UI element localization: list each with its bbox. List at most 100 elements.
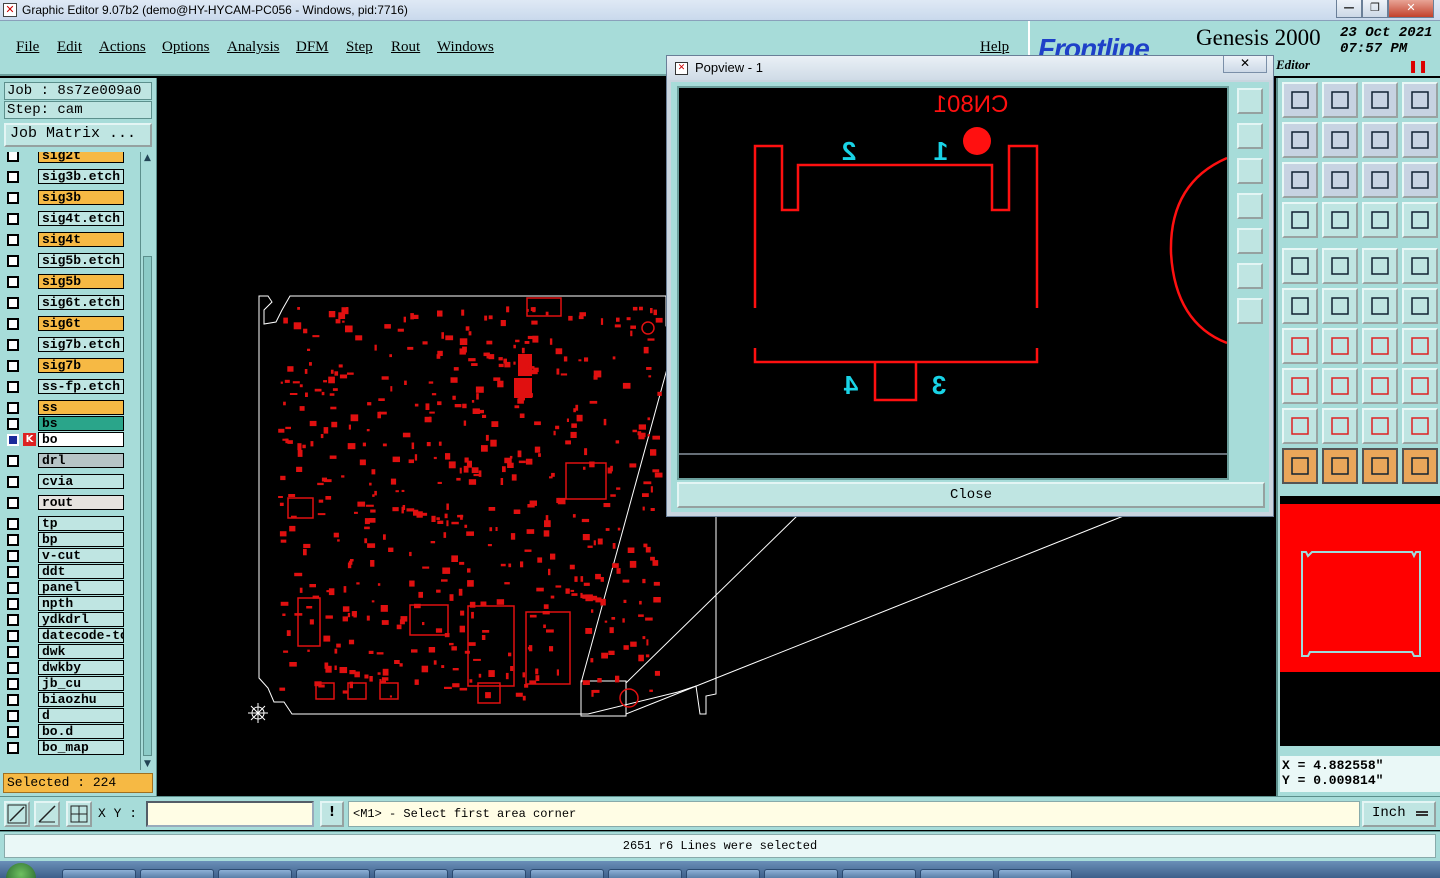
- layer-checkbox[interactable]: [7, 678, 19, 690]
- maximize-button[interactable]: ❐: [1362, 0, 1388, 18]
- layer-checkbox[interactable]: [7, 381, 19, 393]
- layer-checkbox[interactable]: [7, 418, 19, 430]
- taskbar-item[interactable]: [764, 869, 838, 878]
- taskbar-item[interactable]: [218, 869, 292, 878]
- layer-checkbox[interactable]: [7, 192, 19, 204]
- menu-analysis[interactable]: Analysis: [227, 39, 280, 56]
- zoom-back-icon[interactable]: [1322, 82, 1358, 118]
- scale-1-2-icon[interactable]: [1362, 162, 1398, 198]
- taskbar-item[interactable]: [62, 869, 136, 878]
- start-button[interactable]: [6, 863, 36, 878]
- layer-checkbox[interactable]: [7, 434, 19, 446]
- route-icon[interactable]: [1322, 202, 1358, 238]
- layer-checkbox[interactable]: [7, 455, 19, 467]
- settings-icon[interactable]: [1282, 202, 1318, 238]
- zoom-fit-icon[interactable]: [1362, 122, 1398, 158]
- taskbar-item[interactable]: [608, 869, 682, 878]
- layer-row[interactable]: npth: [4, 596, 138, 611]
- layer-checkbox[interactable]: [7, 339, 19, 351]
- taskbar-item[interactable]: [842, 869, 916, 878]
- layer-row[interactable]: rout: [4, 495, 138, 510]
- menu-rout[interactable]: Rout: [391, 39, 420, 56]
- layer-row[interactable]: Kbo: [4, 432, 138, 447]
- layer-row[interactable]: cvia: [4, 474, 138, 489]
- menu-step[interactable]: Step: [346, 39, 373, 56]
- layer-list-scrollbar[interactable]: ▲ ▼: [140, 152, 153, 770]
- layer-row[interactable]: ddt: [4, 564, 138, 579]
- layer-row[interactable]: sig2t: [4, 152, 138, 163]
- select-box-icon[interactable]: [1322, 448, 1358, 484]
- layer-checkbox[interactable]: [7, 646, 19, 658]
- layer-checkbox[interactable]: [7, 694, 19, 706]
- popview-pan-down-icon[interactable]: [1237, 158, 1263, 184]
- layer-checkbox[interactable]: [7, 550, 19, 562]
- taskbar-item[interactable]: [296, 869, 370, 878]
- layer-checkbox[interactable]: [7, 255, 19, 267]
- layer-row[interactable]: bp: [4, 532, 138, 547]
- snap-icon[interactable]: [1282, 368, 1318, 404]
- popview-pan-up-icon[interactable]: [1237, 123, 1263, 149]
- zoom-window-icon[interactable]: [1402, 82, 1438, 118]
- taskbar-item[interactable]: [686, 869, 760, 878]
- layer-row[interactable]: ss-fp.etch: [4, 379, 138, 394]
- measure-line-icon[interactable]: [1282, 328, 1318, 364]
- popview-canvas[interactable]: CN801 2 1 4 3: [677, 86, 1229, 480]
- layer-row[interactable]: d: [4, 708, 138, 723]
- layer-row[interactable]: sig6t: [4, 316, 138, 331]
- layer-checkbox[interactable]: [7, 726, 19, 738]
- layer-checkbox[interactable]: [7, 662, 19, 674]
- popview-pan-left-icon[interactable]: [1237, 193, 1263, 219]
- menu-options[interactable]: Options: [162, 39, 210, 56]
- menu-actions[interactable]: Actions: [99, 39, 146, 56]
- unit-selector[interactable]: Inch: [1362, 801, 1436, 827]
- scroll-thumb[interactable]: [143, 256, 152, 756]
- layer-row[interactable]: sig4t.etch: [4, 211, 138, 226]
- layer-row[interactable]: tp: [4, 516, 138, 531]
- scroll-down-icon[interactable]: ▼: [142, 758, 153, 770]
- layer-row[interactable]: dwk: [4, 644, 138, 659]
- select-icon[interactable]: [1282, 448, 1318, 484]
- pad-icon[interactable]: [1402, 248, 1438, 284]
- overview-map[interactable]: [1280, 496, 1440, 746]
- layer-checkbox[interactable]: [7, 360, 19, 372]
- feature-snap-icon[interactable]: [1282, 248, 1318, 284]
- taskbar-item[interactable]: [998, 869, 1072, 878]
- layer-row[interactable]: panel: [4, 580, 138, 595]
- layer-checkbox[interactable]: [7, 171, 19, 183]
- layer-checkbox[interactable]: [7, 614, 19, 626]
- measure-icon[interactable]: [34, 801, 60, 827]
- layer-row[interactable]: drl: [4, 453, 138, 468]
- layer-checkbox[interactable]: [7, 497, 19, 509]
- popview-close-button[interactable]: Close: [677, 482, 1265, 508]
- popview-zoom-home-icon[interactable]: [1237, 88, 1263, 114]
- layer-row[interactable]: sig7b: [4, 358, 138, 373]
- layer-checkbox[interactable]: [7, 742, 19, 754]
- job-matrix-button[interactable]: Job Matrix ...: [4, 123, 152, 147]
- mirror-icon[interactable]: [1402, 328, 1438, 364]
- menu-file[interactable]: File: [16, 39, 39, 56]
- taskbar-item[interactable]: [452, 869, 526, 878]
- layer-row[interactable]: bo_map: [4, 740, 138, 755]
- layer-row[interactable]: sig6t.etch: [4, 295, 138, 310]
- layer-row[interactable]: v-cut: [4, 548, 138, 563]
- pan-left-icon[interactable]: [1282, 122, 1318, 158]
- layer-checkbox[interactable]: [7, 630, 19, 642]
- layer-row[interactable]: ss: [4, 400, 138, 415]
- layer-checkbox[interactable]: [7, 213, 19, 225]
- layer-checkbox[interactable]: [7, 234, 19, 246]
- split-icon[interactable]: [1322, 368, 1358, 404]
- pause-icon[interactable]: ❚❚: [1408, 59, 1428, 73]
- popview-close-icon[interactable]: ✕: [1223, 56, 1267, 73]
- menu-dfm[interactable]: DFM: [296, 39, 329, 56]
- arc-icon[interactable]: [1402, 288, 1438, 324]
- zoom-home-icon[interactable]: [1282, 82, 1318, 118]
- close-window-button[interactable]: ✕: [1388, 0, 1434, 18]
- display-mode-icon[interactable]: [1322, 248, 1358, 284]
- layer-row[interactable]: bo.d: [4, 724, 138, 739]
- triangle-icon[interactable]: [1322, 408, 1358, 444]
- taskbar-item[interactable]: [140, 869, 214, 878]
- zoom-home2-icon[interactable]: [1362, 82, 1398, 118]
- layer-row[interactable]: dwkby: [4, 660, 138, 675]
- rotate-icon[interactable]: [1362, 328, 1398, 364]
- layer-row[interactable]: jb_cu: [4, 676, 138, 691]
